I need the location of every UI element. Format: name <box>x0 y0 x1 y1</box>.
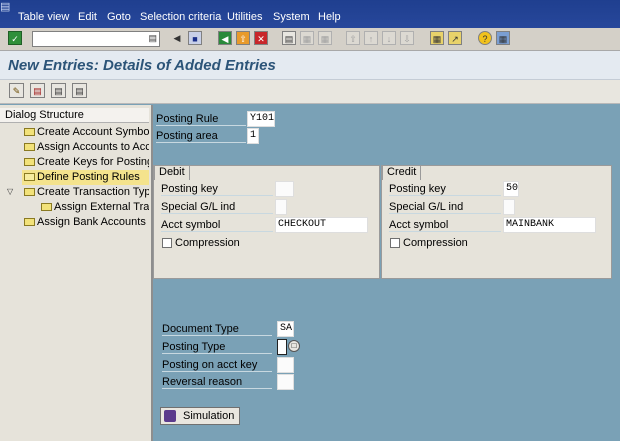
posting-type-field[interactable] <box>277 339 287 355</box>
credit-group-title: Credit <box>382 165 422 180</box>
exit-icon[interactable]: ⇧ <box>236 31 250 45</box>
reversal-reason-label: Reversal reason <box>162 376 272 389</box>
find-icon[interactable]: ▦ <box>300 31 314 45</box>
debit-group-title: Debit <box>154 165 190 180</box>
debit-posting-key-field[interactable] <box>275 181 294 197</box>
debit-group: Debit Posting key Special G/L ind Acct s… <box>153 165 380 279</box>
previous-entry-icon[interactable]: ▤ <box>51 83 66 98</box>
document-type-label: Document Type <box>162 323 272 336</box>
debit-special-gl-field[interactable] <box>275 199 287 215</box>
help-icon[interactable]: ? <box>478 31 492 45</box>
posting-rule-field[interactable]: Y101 <box>247 111 275 127</box>
next-page-icon[interactable]: ↓ <box>382 31 396 45</box>
first-page-icon[interactable]: ⇧ <box>346 31 360 45</box>
tree-item-label: Create Keys for Posting I <box>37 156 149 168</box>
posting-on-acct-key-label: Posting on acct key <box>162 359 272 372</box>
menu-selection-criteria[interactable]: Selection criteria <box>140 11 221 23</box>
folder-icon <box>24 158 35 166</box>
application-toolbar: ✎ ▤ ▤ ▤ <box>0 80 620 104</box>
next-entry-icon[interactable]: ▤ <box>72 83 87 98</box>
reversal-reason-field[interactable] <box>277 374 294 390</box>
dropdown-icon[interactable]: ▤ <box>148 33 157 44</box>
posting-type-label: Posting Type <box>162 341 272 354</box>
tree-item-create-transaction-type[interactable]: ▽ Create Transaction Type <box>0 185 149 200</box>
credit-compression-label: Compression <box>403 237 468 249</box>
page-title: New Entries: Details of Added Entries <box>8 57 276 74</box>
open-folder-icon <box>24 173 35 181</box>
find-next-icon[interactable]: ▦ <box>318 31 332 45</box>
menu-utilities[interactable]: Utilities <box>227 11 262 23</box>
folder-icon <box>24 218 35 226</box>
collapse-arrow-icon[interactable]: ◀ <box>170 31 184 45</box>
credit-group: Credit Posting key 50 Special G/L ind Ac… <box>381 165 612 279</box>
folder-icon <box>24 143 35 151</box>
tree-item-define-posting-rules[interactable]: Define Posting Rules <box>22 170 149 185</box>
back-icon[interactable]: ◀ <box>218 31 232 45</box>
cancel-icon[interactable]: ✕ <box>254 31 268 45</box>
credit-special-gl-field[interactable] <box>503 199 515 215</box>
tree-item-label: Define Posting Rules <box>37 171 140 183</box>
tree-item-label: Assign External Tran <box>54 201 149 213</box>
tree-item-label: Assign Bank Accounts to <box>37 216 149 228</box>
posting-on-acct-key-field[interactable] <box>277 357 294 373</box>
menu-help[interactable]: Help <box>318 11 341 23</box>
standard-toolbar: ✓ ▤ ◀ ■ ◀ ⇧ ✕ ▤ ▦ ▦ ⇧ ↑ ↓ ⇩ ▦ ↗ ? ▦ <box>0 28 620 51</box>
system-menu-icon[interactable]: ▤ <box>0 0 14 14</box>
credit-posting-key-label: Posting key <box>389 183 501 196</box>
posting-area-label: Posting area <box>156 130 246 143</box>
create-session-icon[interactable]: ▦ <box>430 31 444 45</box>
simulation-button[interactable]: Simulation <box>160 407 240 425</box>
command-field[interactable]: ▤ <box>32 31 160 47</box>
credit-special-gl-label: Special G/L ind <box>389 201 501 214</box>
debit-posting-key-label: Posting key <box>161 183 273 196</box>
simulation-icon <box>164 410 176 422</box>
title-bar: New Entries: Details of Added Entries <box>0 51 620 80</box>
credit-compression-checkbox[interactable] <box>390 238 400 248</box>
menu-edit[interactable]: Edit <box>78 11 97 23</box>
delete-icon[interactable]: ▤ <box>30 83 45 98</box>
menu-bar: ▤ Table view Edit Goto Selection criteri… <box>0 0 620 28</box>
document-type-field[interactable]: SA <box>277 321 294 337</box>
credit-acct-symbol-label: Acct symbol <box>389 219 501 232</box>
change-display-icon[interactable]: ✎ <box>9 83 24 98</box>
debit-special-gl-label: Special G/L ind <box>161 201 273 214</box>
tree-item-create-keys[interactable]: Create Keys for Posting I <box>0 155 149 170</box>
tree-item-label: Create Transaction Type <box>37 186 149 198</box>
debit-acct-symbol-label: Acct symbol <box>161 219 273 232</box>
simulation-label: Simulation <box>183 410 235 422</box>
tree-item-assign-accounts[interactable]: Assign Accounts to Acco <box>0 140 149 155</box>
layout-menu-icon[interactable]: ▦ <box>496 31 510 45</box>
tree-item-assign-bank-accounts[interactable]: Assign Bank Accounts to <box>0 215 149 230</box>
folder-icon <box>41 203 52 211</box>
dialog-structure-heading: Dialog Structure <box>5 109 84 121</box>
tree-item-create-account-symbols[interactable]: Create Account Symbols <box>0 125 149 140</box>
possible-entries-icon[interactable]: □ <box>288 340 300 352</box>
menu-table-view[interactable]: Table view <box>18 11 69 23</box>
tree-item-label: Assign Accounts to Acco <box>37 141 149 153</box>
folder-icon <box>24 128 35 136</box>
print-icon[interactable]: ▤ <box>282 31 296 45</box>
credit-posting-key-field[interactable]: 50 <box>503 181 519 197</box>
tree-item-assign-external-tran[interactable]: Assign External Tran <box>0 200 149 215</box>
posting-rule-label: Posting Rule <box>156 113 246 126</box>
credit-acct-symbol-field[interactable]: MAINBANK <box>503 217 596 233</box>
folder-icon <box>24 188 35 196</box>
save-icon[interactable]: ■ <box>188 31 202 45</box>
posting-area-field[interactable]: 1 <box>247 128 259 144</box>
debit-acct-symbol-field[interactable]: CHECKOUT <box>275 217 368 233</box>
dialog-structure-header: Dialog Structure <box>0 108 149 123</box>
enter-icon[interactable]: ✓ <box>8 31 22 45</box>
expand-arrow-icon[interactable]: ▽ <box>7 187 13 196</box>
tree-item-label: Create Account Symbols <box>37 126 149 138</box>
previous-page-icon[interactable]: ↑ <box>364 31 378 45</box>
menu-goto[interactable]: Goto <box>107 11 131 23</box>
menu-system[interactable]: System <box>273 11 310 23</box>
last-page-icon[interactable]: ⇩ <box>400 31 414 45</box>
dialog-structure-panel: Dialog Structure Create Account Symbols … <box>0 105 153 441</box>
debit-compression-label: Compression <box>175 237 240 249</box>
shortcut-icon[interactable]: ↗ <box>448 31 462 45</box>
debit-compression-checkbox[interactable] <box>162 238 172 248</box>
